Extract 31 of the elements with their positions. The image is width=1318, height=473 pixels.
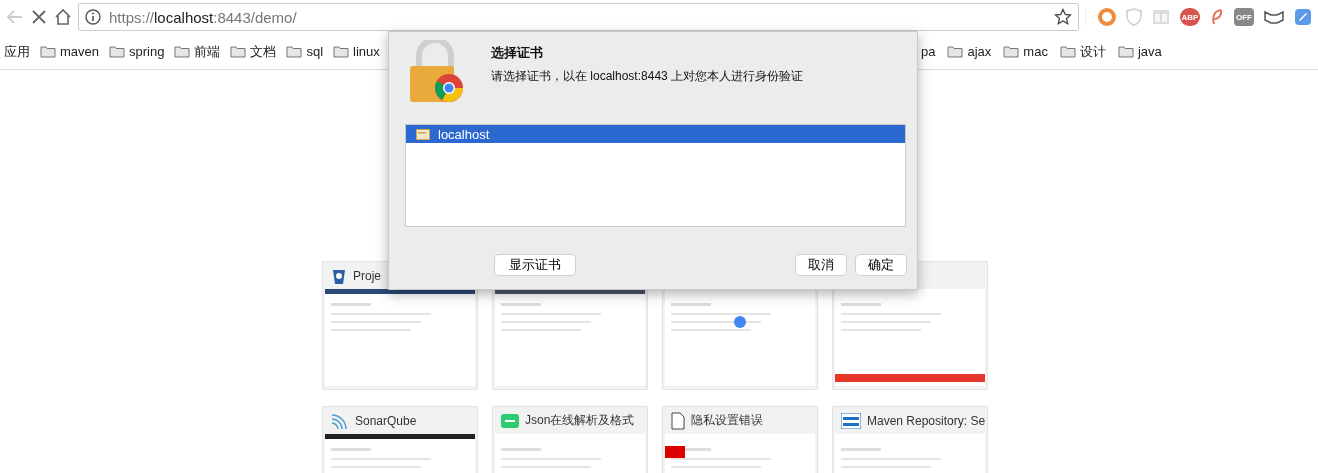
bookmark[interactable]: linux <box>333 44 380 59</box>
bookmark[interactable]: sql <box>286 44 324 59</box>
off-icon[interactable]: OFF <box>1234 8 1254 26</box>
bookmark[interactable]: java <box>1117 44 1162 59</box>
dialog-button[interactable]: 确定 <box>856 255 906 275</box>
address-field[interactable]: https://localhost:8443/demo/ <box>78 3 1079 31</box>
certificate-item[interactable]: localhost <box>406 125 905 143</box>
site-tile[interactable]: Json在线解析及格式 <box>493 407 647 473</box>
certificate-name: localhost <box>438 126 490 142</box>
site-tile[interactable]: SonarQube <box>323 407 477 473</box>
adblock-icon[interactable]: ABP <box>1180 8 1200 26</box>
tile-title: Json在线解析及格式 <box>525 412 635 429</box>
dialog-title: 选择证书 <box>491 44 544 62</box>
bookmark[interactable]: mac <box>1003 44 1048 59</box>
site-tile[interactable]: 隐私设置错误 <box>663 407 817 473</box>
bookmark[interactable]: 文档 <box>230 42 277 61</box>
bookmark[interactable]: ajax <box>947 44 992 59</box>
dialog-message: 请选择证书，以在 localhost:8443 上对您本人进行身份验证 <box>491 68 804 85</box>
tile-title: Proje <box>353 268 381 283</box>
bookmark[interactable]: 设计 <box>1059 42 1106 61</box>
tile-title: SonarQube <box>355 413 417 428</box>
bookmark[interactable]: maven <box>40 44 100 59</box>
bookmark[interactable]: spring <box>109 44 165 59</box>
dialog-button[interactable]: 取消 <box>796 255 846 275</box>
dialog-button[interactable]: 显示证书 <box>495 255 575 275</box>
tile-title: Maven Repository: Se <box>867 413 986 428</box>
apps-bookmark[interactable]: 应用 <box>4 42 30 61</box>
tile-title: 隐私设置错误 <box>691 412 763 429</box>
site-tile[interactable]: Maven Repository: Se <box>833 407 987 473</box>
bookmark[interactable]: pa <box>921 44 936 59</box>
bookmark[interactable]: 前端 <box>174 42 221 61</box>
